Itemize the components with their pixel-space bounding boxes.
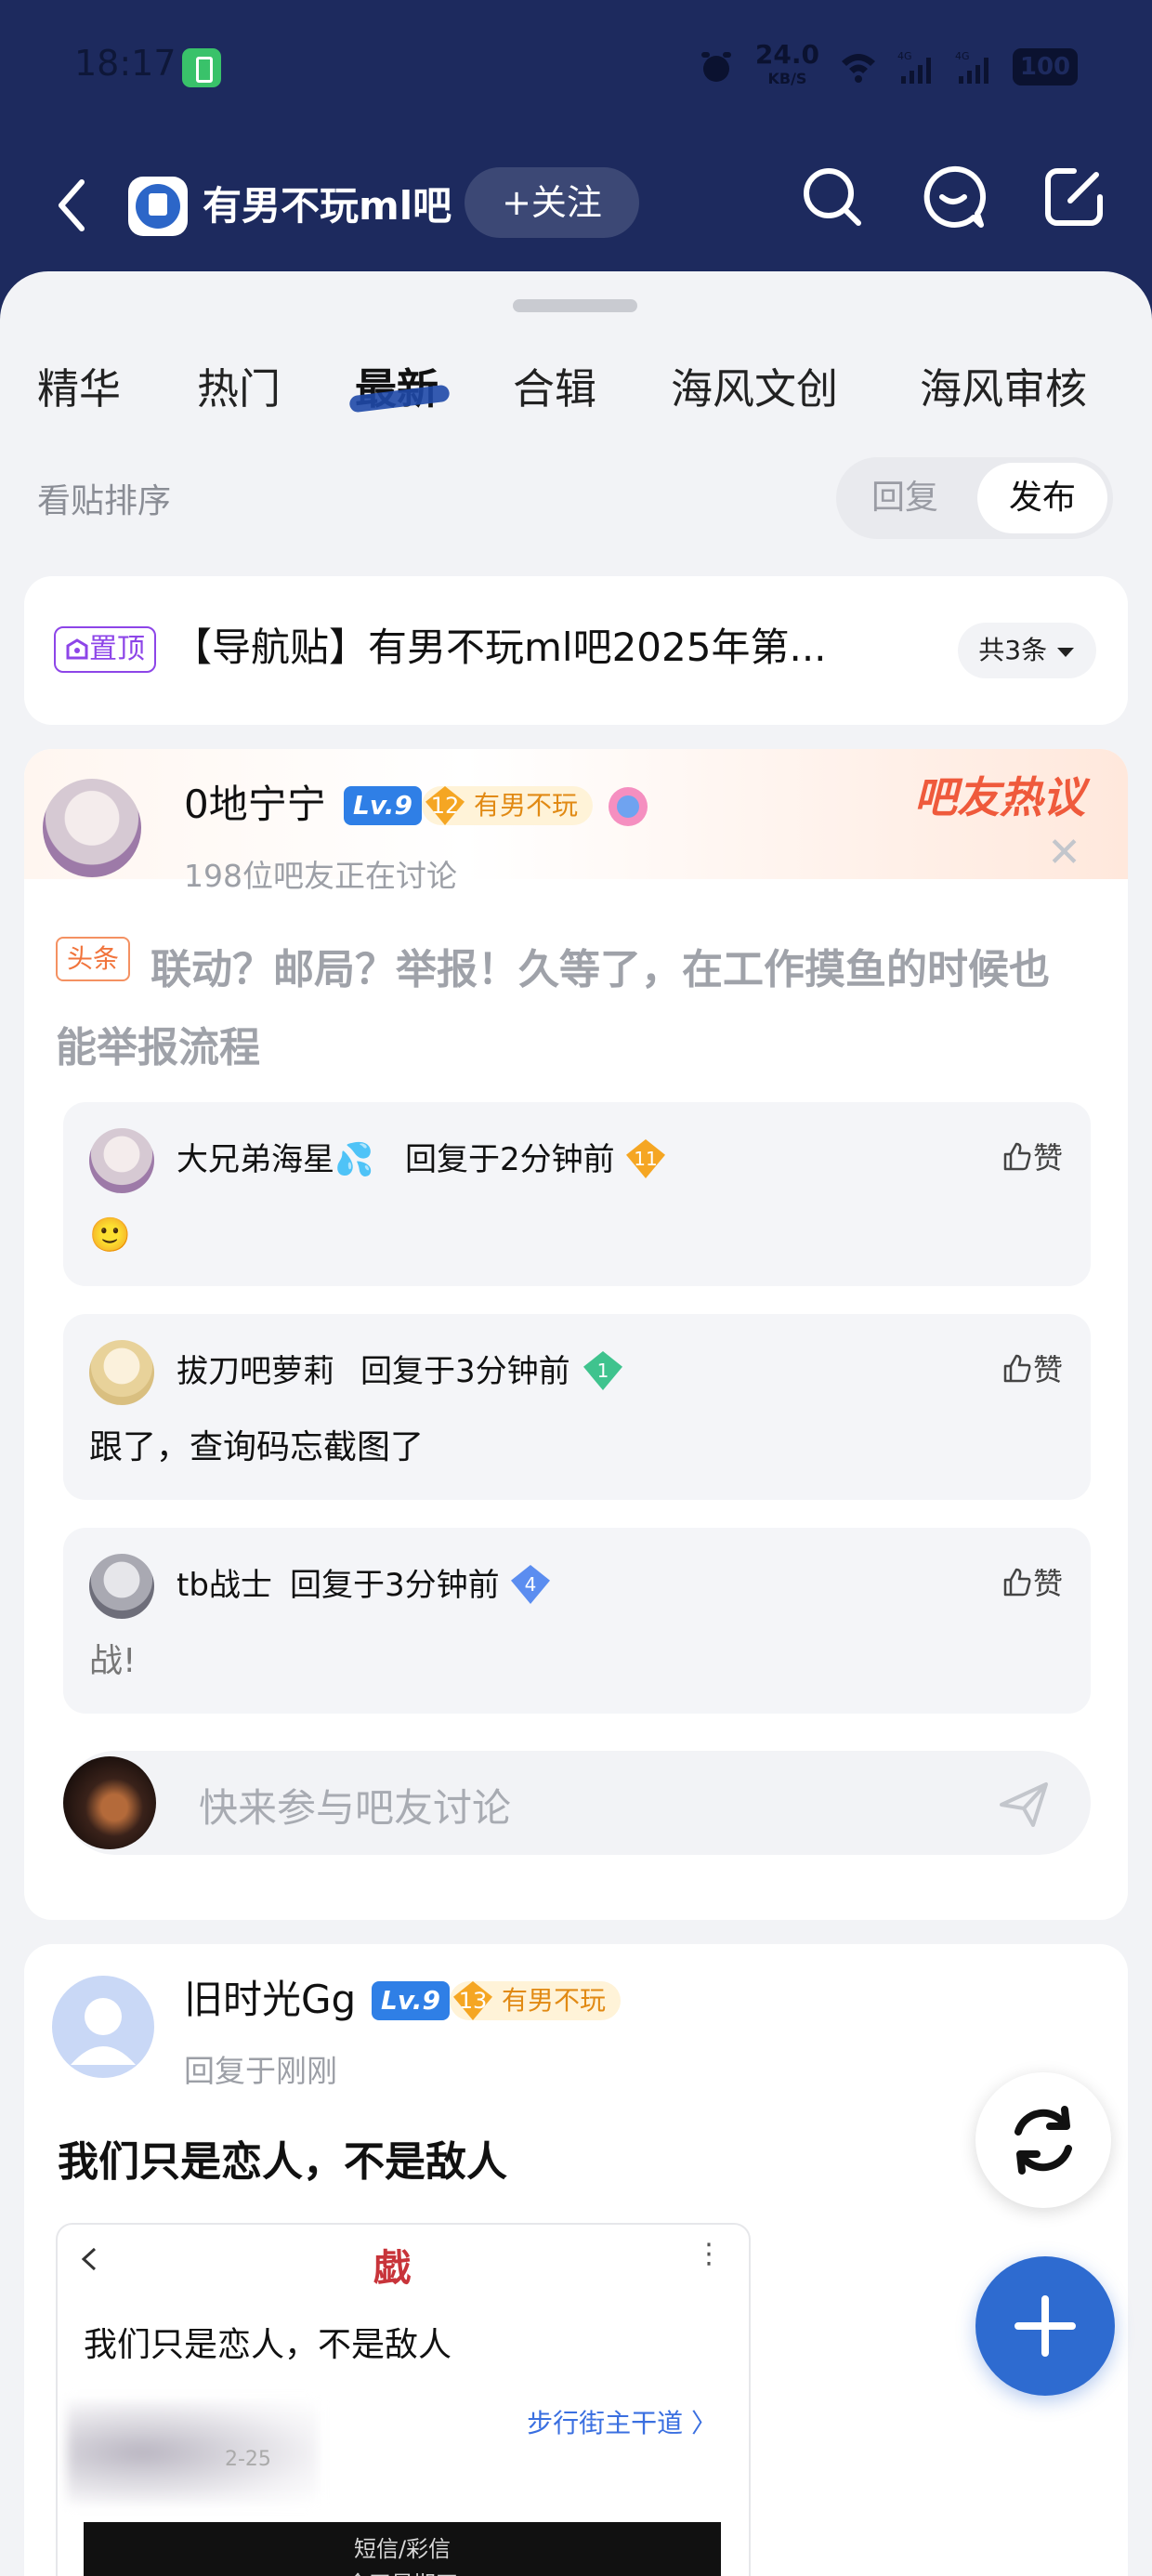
- input-placeholder[interactable]: 快来参与吧友讨论: [199, 1777, 511, 1833]
- thumbs-up-icon: [1003, 1568, 1031, 1597]
- reply-item[interactable]: 大兄弟海星💦 回复于2分钟前 11 赞 🙂: [63, 1102, 1091, 1286]
- status-time: 18:17: [74, 43, 177, 84]
- post-card[interactable]: 旧时光Gg Lv.9 13 有男不玩 回复于刚刚 我们只是恋人，不是敌人 戯 ⋮ …: [24, 1944, 1128, 2576]
- post-time: 回复于刚刚: [184, 2053, 337, 2089]
- tab-hot[interactable]: 热门: [197, 348, 281, 431]
- user-name[interactable]: 0地宁宁: [184, 777, 326, 833]
- shot-date: 2-25: [225, 2448, 271, 2471]
- shot-link: 步行街主干道 〉: [527, 2408, 717, 2438]
- tab-creative[interactable]: 海风文创: [671, 348, 838, 431]
- sort-by-publish-button[interactable]: 发布: [977, 463, 1107, 533]
- reply-text: 🙂: [89, 1216, 131, 1255]
- like-button[interactable]: 赞: [1001, 1347, 1063, 1392]
- reply-user-name[interactable]: 拔刀吧萝莉: [177, 1346, 334, 1398]
- header: 有男不玩ml吧 +关注: [0, 139, 1152, 269]
- refresh-button[interactable]: [975, 2072, 1111, 2208]
- svg-text:4G: 4G: [897, 50, 912, 62]
- refresh-icon: [1015, 2106, 1072, 2175]
- send-icon[interactable]: [996, 1777, 1052, 1833]
- avatar[interactable]: [43, 779, 141, 877]
- headline-text[interactable]: 联动？邮局？举报！久等了，在工作摸鱼的时候也能举报流程: [56, 931, 1087, 1087]
- pinned-post[interactable]: 置顶 【导航贴】有男不玩ml吧2025年第... 共3条: [24, 576, 1128, 725]
- reply-avatar[interactable]: [89, 1554, 154, 1619]
- blurred-user: [67, 2401, 318, 2504]
- shot-dark-panel: 短信/彩信今天星期四: [84, 2522, 721, 2576]
- like-button[interactable]: 赞: [1001, 1136, 1063, 1180]
- thumbs-up-icon: [1003, 1142, 1031, 1171]
- wifi-icon: [842, 54, 875, 83]
- post-title[interactable]: 我们只是恋人，不是敌人: [58, 2128, 507, 2188]
- hot-discussion-card[interactable]: 0地宁宁 Lv.9 12 有男不玩 198位吧友正在讨论 吧友热议 ✕ 联动？邮局…: [24, 749, 1128, 1920]
- level-badge: Lv.9: [344, 786, 422, 825]
- compose-icon[interactable]: [1037, 160, 1111, 234]
- search-icon[interactable]: [795, 160, 870, 234]
- discussion-input[interactable]: 快来参与吧友讨论: [63, 1751, 1091, 1855]
- reply-text: 跟了，查询码忘截图了: [89, 1428, 425, 1466]
- shot-brand: 戯: [373, 2247, 411, 2290]
- status-icons: 24.0 KB/S 4G 4G 100: [698, 39, 1078, 91]
- chevron-left-icon: [81, 2247, 97, 2271]
- reply-item[interactable]: 拔刀吧萝莉 回复于3分钟前 1 赞 跟了，查询码忘截图了: [63, 1314, 1091, 1500]
- tab-review[interactable]: 海风审核: [920, 348, 1087, 431]
- my-avatar: [63, 1756, 156, 1849]
- reply-user-name[interactable]: tb战士: [177, 1559, 272, 1611]
- reply-avatar[interactable]: [89, 1340, 154, 1405]
- drag-handle[interactable]: [513, 299, 637, 312]
- message-icon[interactable]: [916, 160, 990, 234]
- tab-featured[interactable]: 精华: [37, 348, 121, 431]
- level-badge: Lv.9: [372, 1981, 450, 2020]
- tab-collection[interactable]: 合辑: [513, 348, 596, 431]
- honor-icon: [609, 787, 648, 826]
- avatar[interactable]: [52, 1976, 154, 2078]
- reply-time: 回复于3分钟前: [360, 1353, 570, 1390]
- reply-time: 回复于3分钟前: [290, 1567, 500, 1604]
- reply-text: 战!: [89, 1642, 137, 1680]
- signal-icon-2: 4G: [955, 50, 988, 84]
- alarm-icon: [700, 52, 731, 82]
- like-button[interactable]: 赞: [1001, 1561, 1063, 1606]
- tab-bar: 精华 热门 最新 合辑 海风文创 海风审核: [0, 348, 1152, 431]
- reply-avatar[interactable]: [89, 1128, 154, 1193]
- plus-icon: [1015, 2295, 1076, 2357]
- reply-item[interactable]: tb战士 回复于3分钟前 4 赞 战!: [63, 1528, 1091, 1714]
- sort-by-reply-button[interactable]: 回复: [836, 457, 974, 539]
- battery-saver-icon: [182, 48, 221, 87]
- post-image[interactable]: 戯 ⋮ 我们只是恋人，不是敌人 2-25 步行街主干道 〉 短信/彩信今天星期四: [56, 2223, 751, 2576]
- thumbs-up-icon: [1003, 1354, 1031, 1383]
- battery-level: 100: [1013, 48, 1078, 85]
- back-icon[interactable]: [48, 173, 100, 238]
- pinned-count-dropdown[interactable]: 共3条: [958, 623, 1096, 678]
- hot-discussion-label: 吧友热议: [914, 772, 1085, 822]
- chevron-down-icon: [1057, 648, 1074, 657]
- bar-logo[interactable]: [128, 177, 188, 236]
- status-bar: 18:17 24.0 KB/S 4G 4G 100: [0, 0, 1152, 139]
- fan-badge: 12 有男不玩: [422, 786, 594, 825]
- fan-level-gem: 1: [583, 1351, 622, 1390]
- pinned-title[interactable]: 【导航贴】有男不玩ml吧2025年第...: [173, 617, 916, 678]
- reply-time: 回复于2分钟前: [405, 1141, 615, 1178]
- headline-tag: 头条: [56, 937, 131, 981]
- fan-level-gem: 4: [511, 1565, 550, 1604]
- fan-level-gem: 11: [626, 1139, 665, 1178]
- add-post-button[interactable]: [975, 2256, 1115, 2396]
- svg-text:4G: 4G: [955, 50, 970, 62]
- follow-button[interactable]: +关注: [465, 167, 639, 238]
- signal-icon: 4G: [897, 50, 931, 84]
- sort-toggle: 回复 发布: [836, 457, 1113, 539]
- user-name[interactable]: 旧时光Gg: [184, 1972, 356, 2028]
- content-sheet: 精华 热门 最新 合辑 海风文创 海风审核 看贴排序 回复 发布 置顶 【导航贴…: [0, 271, 1152, 2576]
- discussion-count: 198位吧友正在讨论: [184, 858, 457, 894]
- pinned-tag: 置顶: [54, 626, 156, 673]
- sort-label: 看贴排序: [37, 482, 172, 520]
- more-icon: ⋮: [695, 2238, 723, 2270]
- default-avatar-icon: [71, 1998, 136, 2065]
- fan-badge: 13 有男不玩: [450, 1981, 622, 2020]
- pin-icon: [66, 638, 88, 660]
- net-speed: 24.0 KB/S: [754, 39, 819, 88]
- close-icon[interactable]: ✕: [1047, 829, 1081, 876]
- reply-user-name[interactable]: 大兄弟海星💦: [177, 1134, 373, 1186]
- shot-title: 我们只是恋人，不是敌人: [84, 2326, 452, 2364]
- bar-name[interactable]: 有男不玩ml吧: [203, 175, 452, 238]
